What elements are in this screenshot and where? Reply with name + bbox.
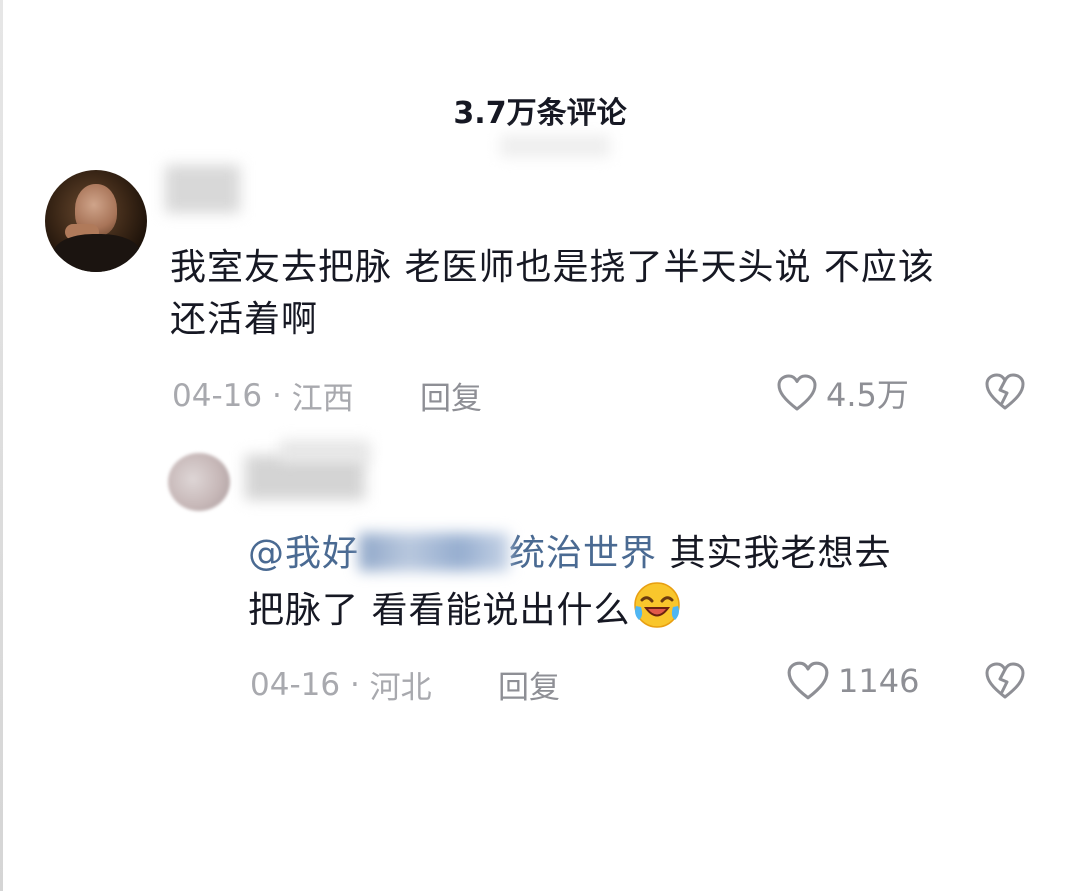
reply-text-part-2: 把脉了 看看能说出什么 [248,590,631,631]
mention-link[interactable]: @我好 统治世界 [248,533,669,574]
reply-like-button[interactable]: 1146 [786,660,919,702]
meta-separator: · [262,377,292,414]
comment-text-line-1: 我室友去把脉 老医师也是挠了半天头说 不应该 [170,247,935,288]
broken-heart-icon [985,662,1025,699]
reply-meta: 04-16 · 河北 [250,662,432,707]
reply-text: @我好 统治世界 其实我老想去 把脉了 看看能说出什么 [248,528,1048,645]
avatar[interactable] [45,170,147,272]
reply-dislike-button[interactable] [983,660,1027,706]
comment-text: 我室友去把脉 老医师也是挠了半天头说 不应该 还活着啊 [170,242,1050,346]
comments-count-title: 3.7万条评论 [453,96,627,131]
comment-username-blurred [165,165,240,213]
comment-date: 04-16 [172,377,263,414]
reply-button[interactable]: 回复 [420,373,482,418]
like-count: 4.5万 [826,376,909,414]
reply-text-line-1: @我好 统治世界 其实我老想去 [248,528,1048,580]
comment-text-line-2: 还活着啊 [170,299,319,340]
reply-location: 河北 [369,670,432,706]
like-button[interactable]: 4.5万 [776,370,909,416]
comment-meta: 04-16 · 江西 [172,373,354,418]
laughing-crying-emoji-icon [632,580,682,645]
reply-text-part-1: 其实我老想去 [669,533,892,574]
header-blur-artifact [500,135,610,157]
comments-page: 3.7万条评论 我室友去把脉 老医师也是挠了半天头说 不应该 还活着啊 04-1… [0,0,1080,891]
broken-heart-icon [985,373,1025,410]
mention-blurred [359,533,510,571]
meta-separator: · [340,666,370,703]
reply-like-count: 1146 [838,662,920,700]
mention-start: @我好 [248,533,360,574]
reply-reply-button[interactable]: 回复 [498,662,560,707]
left-edge-divider [0,0,3,891]
heart-outline-icon [787,661,829,700]
mention-end: 统治世界 [509,533,658,574]
reply-username-blurred-2 [280,440,370,462]
reply-avatar[interactable] [168,453,230,511]
heart-outline-icon [777,374,817,411]
avatar-body [53,234,141,272]
reply-text-line-2: 把脉了 看看能说出什么 [248,580,1048,645]
dislike-button[interactable] [983,372,1027,416]
comment-location: 江西 [291,381,354,417]
reply-date: 04-16 [250,666,341,703]
